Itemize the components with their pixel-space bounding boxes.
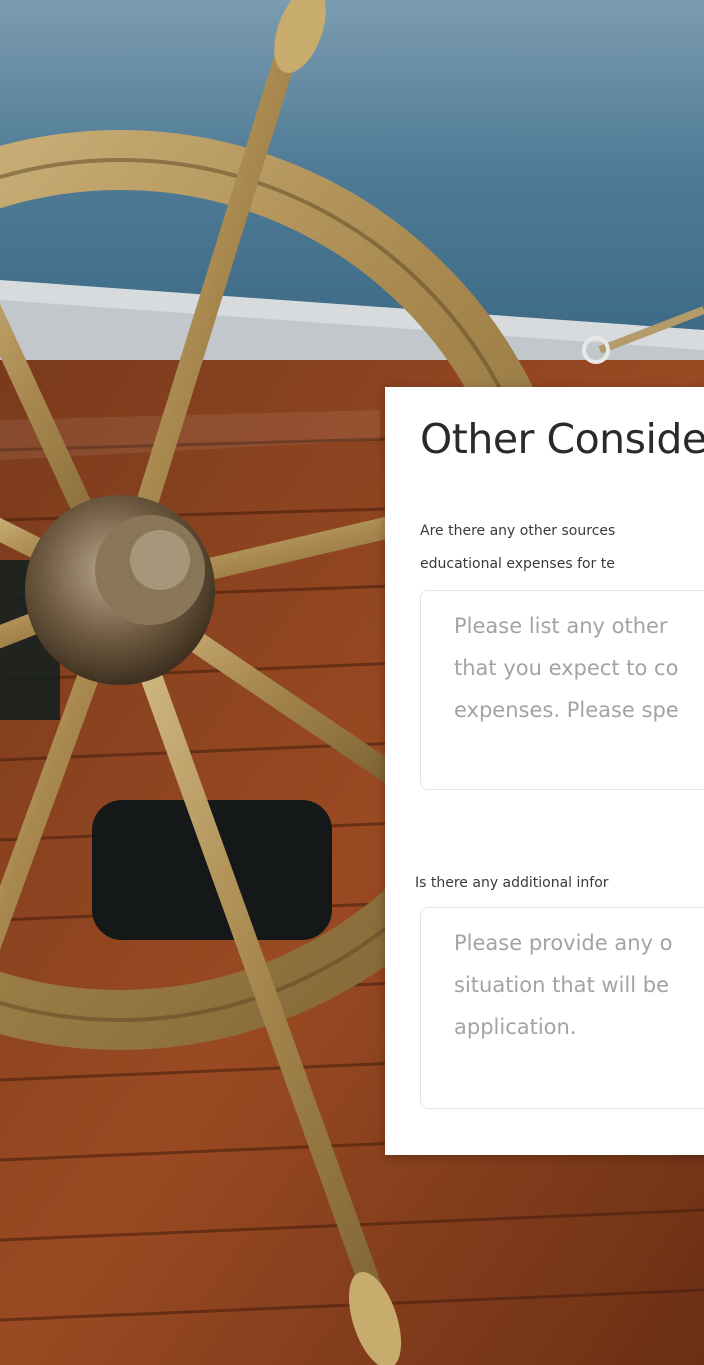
textarea-1-placeholder-line-3: expenses. Please spe [454,698,679,722]
textarea-2-placeholder-line-2: situation that will be [454,973,670,997]
section-title: Other Conside [420,415,704,463]
textarea-1-placeholder-line-2: that you expect to co [454,656,679,680]
textarea-2-placeholder-line-3: application. [454,1015,577,1039]
textarea-1-placeholder-line-1: Please list any other [454,614,668,638]
page: Other Conside Are there any other source… [0,0,704,1365]
question-2-label: Is there any additional infor [415,875,609,891]
question-1-label-line-2: educational expenses for te [420,556,615,572]
other-funding-sources-textarea[interactable]: Please list any other that you expect to… [420,590,704,790]
textarea-2-placeholder-line-1: Please provide any o [454,931,673,955]
question-1-label-line-1: Are there any other sources [420,523,616,539]
other-considerations-form-card: Other Conside Are there any other source… [385,387,704,1155]
additional-information-textarea[interactable]: Please provide any o situation that will… [420,907,704,1109]
